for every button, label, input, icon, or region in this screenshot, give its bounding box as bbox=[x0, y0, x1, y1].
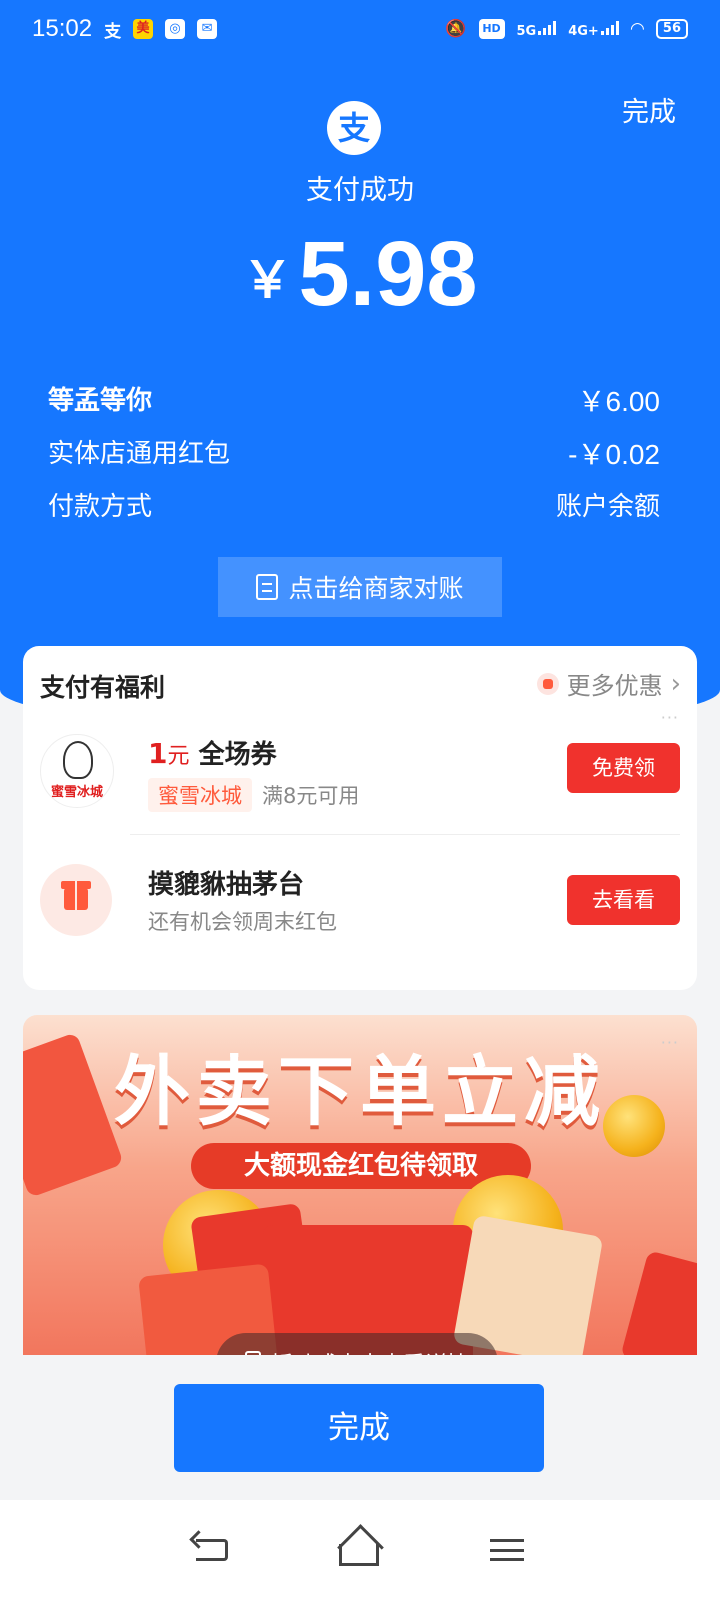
status-right: 🔕 HD 5G 4G+ ◠ 56 bbox=[445, 19, 688, 39]
clock: 15:02 bbox=[32, 15, 93, 42]
promo-banner[interactable]: ··· 外卖下单立减 大额现金红包待领取 摇动或点击查看详情 bbox=[23, 1015, 697, 1355]
mixue-logo-text: 蜜雪冰城 bbox=[50, 785, 103, 800]
banner-title: 外卖下单立减 bbox=[114, 1047, 606, 1136]
benefits-title: 支付有福利 bbox=[40, 673, 166, 702]
view-lottery-button[interactable]: 去看看 bbox=[567, 875, 680, 925]
detail-value: ￥6.00 bbox=[577, 386, 661, 417]
detail-row-payment-method: 付款方式 账户余额 bbox=[48, 486, 660, 523]
signal-5g-icon: 5G bbox=[517, 20, 557, 38]
signal-4g-icon: 4G+ bbox=[568, 20, 619, 38]
benefits-card: 支付有福利 更多优惠 › ··· 蜜雪冰城 1元 全场券 蜜雪冰城 满8元可用 … bbox=[23, 646, 697, 990]
app-notification-icon: ◎ bbox=[165, 19, 186, 39]
mixue-logo: 蜜雪冰城 bbox=[40, 734, 114, 808]
detail-row-red-packet: 实体店通用红包 -￥0.02 bbox=[48, 433, 660, 473]
offer-subtitle: 还有机会领周末红包 bbox=[148, 910, 337, 934]
offer-icon bbox=[536, 672, 559, 695]
gift-icon bbox=[40, 864, 112, 936]
done-button[interactable]: 完成 bbox=[174, 1384, 544, 1472]
message-notification-icon: ✉ bbox=[197, 19, 218, 39]
home-icon[interactable] bbox=[338, 1544, 379, 1566]
more-options-icon[interactable]: ··· bbox=[661, 708, 679, 727]
shake-hint-label: 摇动或点击查看详情 bbox=[271, 1347, 469, 1355]
payment-amount: ￥5.98 bbox=[0, 222, 720, 327]
reconcile-button[interactable]: 点击给商家对账 bbox=[218, 557, 502, 617]
detail-label: 付款方式 bbox=[48, 492, 153, 522]
back-icon[interactable] bbox=[195, 1539, 228, 1561]
payment-status: 支付成功 bbox=[306, 175, 414, 206]
document-icon bbox=[256, 574, 279, 600]
menu-icon[interactable] bbox=[490, 1539, 525, 1561]
status-left: 15:02 支 美 ◎ ✉ bbox=[32, 15, 218, 43]
coupon-condition: 满8元可用 bbox=[262, 784, 360, 808]
claim-coupon-button[interactable]: 免费领 bbox=[567, 743, 680, 793]
offer-title: 摸貔貅抽茅台 bbox=[148, 870, 305, 900]
shake-hint[interactable]: 摇动或点击查看详情 bbox=[216, 1333, 498, 1355]
meituan-notification-icon: 美 bbox=[133, 19, 154, 39]
mute-icon: 🔕 bbox=[445, 19, 467, 39]
more-offers-label: 更多优惠 bbox=[566, 672, 663, 700]
offer-subtitle: 蜜雪冰城 满8元可用 bbox=[148, 778, 359, 812]
offer-title: 1元 全场券 bbox=[148, 734, 277, 771]
currency-symbol: ￥ bbox=[242, 252, 293, 308]
system-nav-bar bbox=[0, 1500, 720, 1600]
merchant-tag: 蜜雪冰城 bbox=[148, 778, 252, 812]
divider bbox=[130, 834, 680, 835]
coin-decoration bbox=[603, 1095, 665, 1157]
more-offers-link[interactable]: 更多优惠 › bbox=[536, 666, 681, 701]
detail-value: 账户余额 bbox=[555, 492, 660, 522]
battery-icon: 56 bbox=[655, 19, 688, 39]
amount-value: 5.98 bbox=[298, 223, 478, 325]
red-envelope-decoration bbox=[620, 1250, 697, 1355]
detail-label: 等孟等你 bbox=[48, 386, 153, 416]
hd-icon: HD bbox=[478, 19, 505, 39]
status-bar: 15:02 支 美 ◎ ✉ 🔕 HD 5G 4G+ ◠ 56 bbox=[0, 0, 720, 58]
offer-item-coupon: 蜜雪冰城 1元 全场券 蜜雪冰城 满8元可用 免费领 bbox=[40, 734, 680, 844]
chevron-right-icon: › bbox=[670, 668, 681, 699]
reconcile-label: 点击给商家对账 bbox=[288, 574, 464, 603]
alipay-logo-icon: 支 bbox=[327, 101, 381, 155]
coupon-amount: 1元 bbox=[148, 737, 190, 770]
detail-value: -￥0.02 bbox=[568, 439, 660, 470]
wifi-icon: ◠ bbox=[630, 19, 644, 39]
detail-label: 实体店通用红包 bbox=[48, 439, 231, 469]
coupon-title: 全场券 bbox=[198, 740, 277, 770]
snowman-icon bbox=[63, 741, 93, 779]
alipay-notification-icon: 支 bbox=[104, 21, 122, 42]
done-link-top[interactable]: 完成 bbox=[622, 90, 676, 129]
offer-item-lottery: 摸貔貅抽茅台 还有机会领周末红包 去看看 bbox=[40, 864, 680, 974]
detail-row-merchant: 等孟等你 ￥6.00 bbox=[48, 380, 660, 420]
